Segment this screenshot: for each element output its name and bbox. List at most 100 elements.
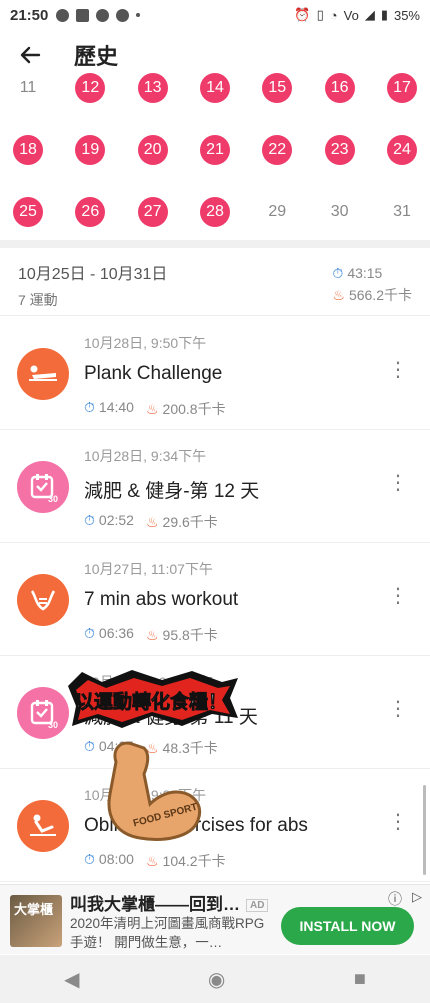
- calendar-day[interactable]: 29: [262, 197, 292, 227]
- flame-icon: ♨: [145, 401, 159, 417]
- calendar-day[interactable]: 24: [386, 135, 417, 165]
- calendar-day[interactable]: 31: [387, 197, 417, 227]
- calendar-day[interactable]: 16: [324, 73, 355, 103]
- wifi-icon: ◔: [329, 7, 338, 23]
- more-options-icon[interactable]: ⋮: [388, 473, 408, 493]
- arrow-left-icon: [20, 46, 41, 64]
- nav-home-icon[interactable]: ◉: [208, 967, 225, 992]
- workout-list-item[interactable]: 10月27日, 9:20下午Obliques exercises for abs…: [0, 769, 430, 882]
- workout-stats: ⏱ 14:40 ♨ 200.8千卡: [84, 399, 226, 419]
- ad-thumbnail[interactable]: 大掌櫃: [10, 895, 62, 947]
- week-stats: ⏱ 43:15 ♨ 566.2千卡: [332, 262, 412, 306]
- more-options-icon[interactable]: ⋮: [388, 586, 408, 606]
- notification-icons: [56, 8, 141, 22]
- calendar-30-icon: 30: [17, 461, 69, 513]
- calendar-day[interactable]: 27: [137, 197, 168, 227]
- vibrate-icon: ▯: [316, 7, 324, 22]
- promo-banner-text: 以運動轉化食糧！: [75, 690, 227, 713]
- calendar-day[interactable]: 22: [262, 135, 293, 165]
- calendar-day[interactable]: 26: [75, 197, 106, 227]
- workout-duration: 02:52: [98, 512, 134, 528]
- more-options-icon[interactable]: ⋮: [388, 812, 408, 832]
- workout-date: 10月28日, 9:34下午: [84, 448, 207, 464]
- page-title: 歷史: [74, 44, 119, 69]
- calendar-day[interactable]: 30: [325, 197, 355, 227]
- workout-calories: 29.6千卡: [162, 514, 218, 530]
- history-calendar: 11 12 13 14 15 16 17 18 19 20 21 22 23 24 25 26 27 28 29 30…: [0, 70, 430, 240]
- ad-banner[interactable]: 大掌櫃 叫我大掌櫃——回到… AD 2020年清明上河圖畫風商戰RPG手遊！ 開門…: [0, 884, 430, 954]
- facebook-icon: [56, 8, 70, 22]
- plank-icon: [17, 348, 69, 400]
- stopwatch-icon: ⏱: [332, 265, 344, 281]
- calendar-day[interactable]: 17: [386, 73, 417, 103]
- calendar-week-row: 18 19 20 21 22 23 24: [0, 119, 430, 181]
- status-time: 21:50: [10, 6, 49, 24]
- install-button[interactable]: INSTALL NOW: [281, 907, 414, 945]
- stopwatch-icon: ⏱: [84, 851, 95, 867]
- workout-list-item[interactable]: 10月27日, 11:07下午 7 min abs workout ⏱ 06:36 ♨ 9…: [0, 543, 430, 656]
- network-label: Vo: [343, 7, 359, 23]
- workout-title: Plank Challenge: [84, 363, 223, 384]
- nav-back-icon[interactable]: ◀: [64, 967, 79, 992]
- more-options-icon[interactable]: ⋮: [388, 699, 408, 719]
- calendar-day[interactable]: 20: [137, 135, 168, 165]
- flame-icon: ♨: [145, 627, 159, 643]
- calendar-day[interactable]: 28: [199, 197, 230, 227]
- status-bar: 21:50 ⏰ ▯ ◔ Vo ◢ ▮ 35%: [0, 0, 430, 30]
- ad-badge: AD: [246, 899, 269, 913]
- more-options-icon[interactable]: ⋮: [388, 360, 408, 380]
- workout-list: 10月28日, 9:50下午 Plank Challenge ⏱ 14:40 ♨ 200.…: [0, 317, 430, 882]
- workout-stats: ⏱ 08:00 ♨ 104.2千卡: [84, 851, 226, 871]
- workout-list-item[interactable]: 10月28日, 9:50下午 Plank Challenge ⏱ 14:40 ♨ 200.…: [0, 317, 430, 430]
- workout-list-item[interactable]: 30 10月28日, 9:34下午減肥 & 健身-第 12 天 ⏱ 02:52 ♨ 29.…: [0, 430, 430, 543]
- info-icon[interactable]: ⓘ: [388, 889, 402, 909]
- workout-stats: ⏱ 02:52 ♨ 29.6千卡: [84, 512, 218, 532]
- flame-icon: ♨: [332, 287, 345, 303]
- workout-calories: 104.2千卡: [162, 853, 226, 869]
- workout-stats: ⏱ 06:36 ♨ 95.8千卡: [84, 625, 218, 645]
- svg-text:30: 30: [48, 494, 58, 504]
- week-summary: 10月25日 - 10月31日 7 運動 ⏱ 43:15 ♨ 566.2千卡: [0, 248, 430, 316]
- calendar-day[interactable]: 25: [13, 197, 43, 227]
- workout-title: 減肥 & 健身-第 12 天: [84, 481, 260, 502]
- signal-icon: ◢: [364, 7, 375, 22]
- stopwatch-icon: ⏱: [84, 512, 95, 528]
- adchoices-icon[interactable]: ▷: [412, 889, 422, 905]
- calendar-day[interactable]: 13: [137, 73, 168, 103]
- abs-icon: [17, 574, 69, 626]
- ad-title-text: 叫我大掌櫃——回到…: [70, 895, 240, 914]
- more-notifications-icon: [136, 13, 141, 17]
- situp-icon: [17, 800, 69, 852]
- calendar-day[interactable]: 11: [13, 73, 43, 103]
- promo-banner[interactable]: 以運動轉化食糧！: [62, 668, 240, 730]
- calendar-week-row: 25 26 27 28 29 30 31: [0, 181, 430, 240]
- calendar-day[interactable]: 19: [75, 135, 106, 165]
- workout-duration: 14:40: [98, 399, 134, 415]
- flexed-arm-icon: FOOD SPORT: [107, 741, 201, 841]
- ad-title[interactable]: 叫我大掌櫃——回到… AD: [70, 890, 269, 915]
- calendar-day[interactable]: 23: [324, 135, 355, 165]
- workout-date: 10月27日, 11:07下午: [84, 561, 213, 577]
- workout-duration: 06:36: [98, 625, 134, 641]
- calendar-day[interactable]: 14: [199, 73, 230, 103]
- battery-icon: ▮: [380, 7, 388, 22]
- flame-icon: ♨: [145, 514, 159, 530]
- stopwatch-icon: ⏱: [84, 738, 95, 754]
- flame-icon: ♨: [145, 853, 159, 869]
- stopwatch-icon: ⏱: [84, 399, 95, 415]
- section-divider: [0, 240, 430, 248]
- week-duration: 43:15: [347, 265, 383, 281]
- calendar-day[interactable]: 12: [75, 73, 106, 103]
- sync-icon: [96, 8, 110, 22]
- calendar-week-row: 11 12 13 14 15 16 17: [0, 70, 430, 119]
- calendar-day[interactable]: 15: [262, 73, 293, 103]
- calendar-day[interactable]: 18: [13, 135, 43, 165]
- scrollbar[interactable]: [423, 785, 426, 875]
- nav-recents-icon[interactable]: ■: [354, 968, 366, 991]
- workout-title: 7 min abs workout: [84, 589, 239, 610]
- call-icon: [116, 8, 130, 22]
- calendar-day[interactable]: 21: [199, 135, 230, 165]
- svg-text:30: 30: [48, 720, 58, 730]
- system-icons: ⏰ ▯ ◔ Vo ◢ ▮ 35%: [294, 7, 420, 23]
- app-notification-icon: [76, 8, 90, 22]
